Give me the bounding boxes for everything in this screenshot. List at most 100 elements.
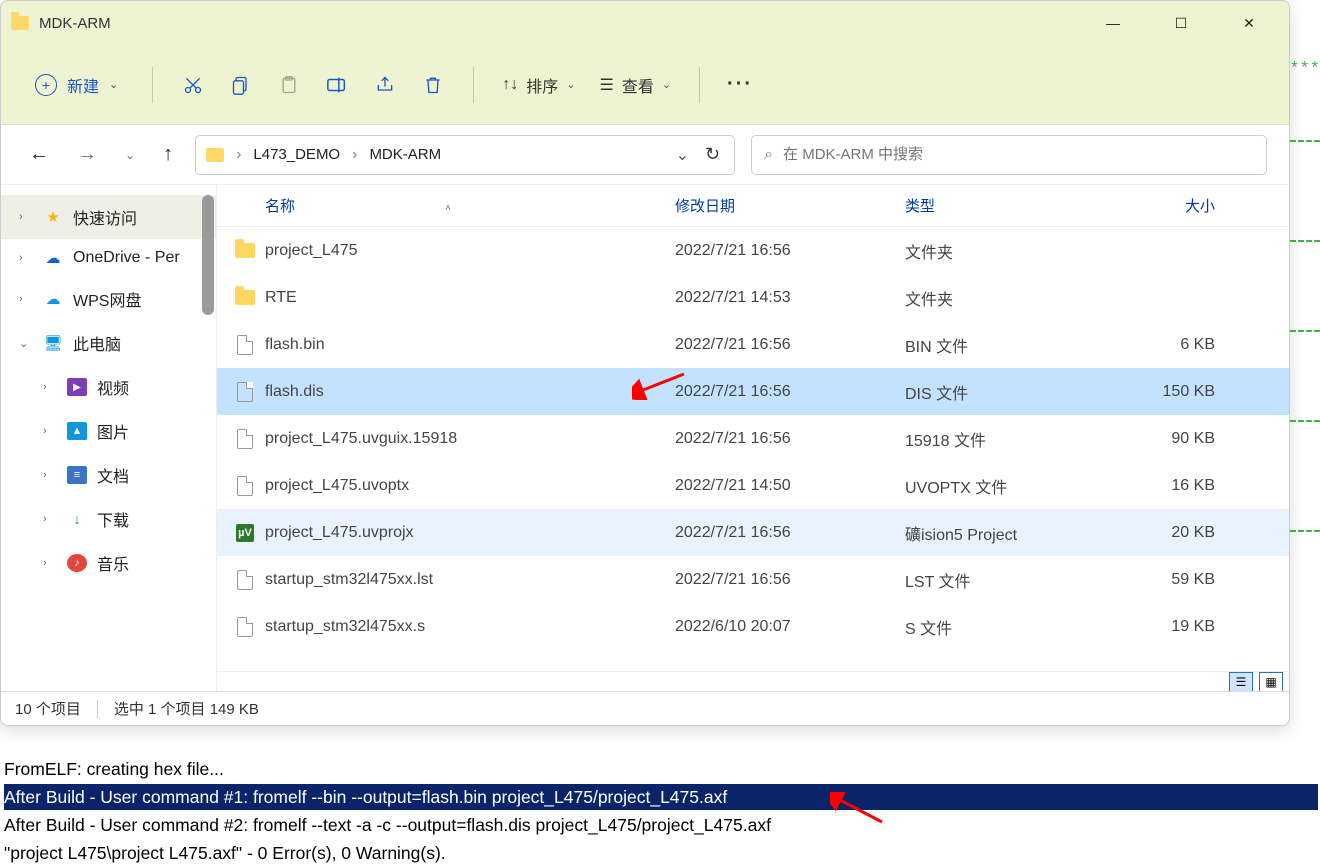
status-count: 10 个项目 bbox=[15, 698, 81, 719]
breadcrumb-seg[interactable]: MDK-ARM bbox=[369, 146, 441, 163]
sidebar-item-documents[interactable]: ›≡文档 bbox=[1, 453, 216, 497]
new-button[interactable]: + 新建 ⌄ bbox=[21, 67, 132, 103]
column-header-type[interactable]: 类型 bbox=[905, 195, 1105, 216]
file-row[interactable]: project_L475.uvoptx2022/7/21 14:50UVOPTX… bbox=[217, 462, 1289, 509]
file-type: S 文件 bbox=[905, 615, 1105, 639]
sidebar-item-label: 此电脑 bbox=[73, 331, 121, 355]
file-name: flash.bin bbox=[265, 336, 325, 354]
console-line: "project L475\project L475.axf" - 0 Erro… bbox=[4, 843, 446, 863]
window-title: MDK-ARM bbox=[39, 15, 111, 32]
chevron-right-icon: › bbox=[43, 425, 57, 437]
sidebar-item-videos[interactable]: ›▶视频 bbox=[1, 365, 216, 409]
titlebar[interactable]: MDK-ARM ― ☐ ✕ bbox=[1, 1, 1289, 45]
search-input[interactable] bbox=[783, 146, 1254, 163]
more-button[interactable]: ··· bbox=[720, 65, 760, 105]
file-row[interactable]: RTE2022/7/21 14:53文件夹 bbox=[217, 274, 1289, 321]
grid-view-button[interactable]: ▦ bbox=[1259, 672, 1283, 692]
file-list: 名称˄ 修改日期 类型 大小 project_L4752022/7/21 16:… bbox=[217, 185, 1289, 691]
up-button[interactable]: ↑ bbox=[157, 139, 179, 170]
view-button[interactable]: ☰ 查看 ⌄ bbox=[591, 73, 679, 97]
music-icon: ♪ bbox=[67, 554, 87, 572]
sidebar-item-pictures[interactable]: ›▲图片 bbox=[1, 409, 216, 453]
file-row[interactable]: project_L475.uvguix.159182022/7/21 16:56… bbox=[217, 415, 1289, 462]
breadcrumb-seg[interactable]: L473_DEMO bbox=[253, 146, 340, 163]
maximize-button[interactable]: ☐ bbox=[1161, 8, 1201, 38]
file-rows: project_L4752022/7/21 16:56文件夹RTE2022/7/… bbox=[217, 227, 1289, 650]
file-icon bbox=[235, 476, 255, 496]
delete-button[interactable] bbox=[413, 65, 453, 105]
sidebar-item-label: 视频 bbox=[97, 375, 129, 399]
folder-icon bbox=[235, 288, 255, 308]
sidebar-item-music[interactable]: ›♪音乐 bbox=[1, 541, 216, 585]
search-icon: ⌕ bbox=[764, 146, 773, 164]
sidebar-item-thispc[interactable]: ⌄🖥此电脑 bbox=[1, 321, 216, 365]
minimize-button[interactable]: ― bbox=[1093, 8, 1133, 38]
file-type: BIN 文件 bbox=[905, 333, 1105, 357]
file-row[interactable]: flash.bin2022/7/21 16:56BIN 文件6 KB bbox=[217, 321, 1289, 368]
file-row[interactable]: flash.dis2022/7/21 16:56DIS 文件150 KB bbox=[217, 368, 1289, 415]
sort-icon: ↑↓ bbox=[502, 76, 518, 94]
search-box[interactable]: ⌕ bbox=[751, 135, 1267, 175]
recent-dropdown[interactable]: ⌄ bbox=[119, 144, 141, 166]
cut-button[interactable] bbox=[173, 65, 213, 105]
explorer-window: MDK-ARM ― ☐ ✕ + 新建 ⌄ ↑↓ 排序 ⌄ ☰ 查看 ⌄ bbox=[0, 0, 1290, 726]
chevron-right-icon: › bbox=[19, 211, 33, 223]
sidebar-item-label: WPS网盘 bbox=[73, 287, 141, 311]
close-button[interactable]: ✕ bbox=[1229, 8, 1269, 38]
back-button[interactable]: ← bbox=[23, 139, 55, 170]
chevron-down-icon: ⌄ bbox=[19, 337, 33, 350]
file-row[interactable]: startup_stm32l475xx.lst2022/7/21 16:56LS… bbox=[217, 556, 1289, 603]
view-icon: ☰ bbox=[599, 75, 613, 95]
file-type: 文件夹 bbox=[905, 286, 1105, 310]
status-selection: 选中 1 个项目 149 KB bbox=[114, 698, 259, 719]
share-button[interactable] bbox=[365, 65, 405, 105]
file-size: 16 KB bbox=[1105, 477, 1225, 495]
sidebar-item-onedrive[interactable]: ›☁OneDrive - Per bbox=[1, 239, 216, 277]
sidebar-item-downloads[interactable]: ›↓下载 bbox=[1, 497, 216, 541]
toolbar: + 新建 ⌄ ↑↓ 排序 ⌄ ☰ 查看 ⌄ ··· bbox=[1, 45, 1289, 125]
chevron-down-icon: ⌄ bbox=[109, 78, 118, 91]
column-header-row: 名称˄ 修改日期 类型 大小 bbox=[217, 185, 1289, 227]
file-date: 2022/7/21 16:56 bbox=[675, 336, 905, 354]
new-label: 新建 bbox=[67, 73, 99, 97]
file-row[interactable]: startup_stm32l475xx.s2022/6/10 20:07S 文件… bbox=[217, 603, 1289, 650]
image-icon: ▲ bbox=[67, 422, 87, 440]
paste-button[interactable] bbox=[269, 65, 309, 105]
sort-button[interactable]: ↑↓ 排序 ⌄ bbox=[494, 73, 583, 97]
body: ›★快速访问 ›☁OneDrive - Per ›☁WPS网盘 ⌄🖥此电脑 ›▶… bbox=[1, 185, 1289, 691]
separator bbox=[473, 67, 474, 103]
sidebar-item-wps[interactable]: ›☁WPS网盘 bbox=[1, 277, 216, 321]
console-line-highlighted: After Build - User command #1: fromelf -… bbox=[4, 784, 1318, 810]
refresh-button[interactable]: ↻ bbox=[701, 144, 724, 165]
file-row[interactable]: µVproject_L475.uvprojx2022/7/21 16:56礦is… bbox=[217, 509, 1289, 556]
chevron-right-icon: › bbox=[43, 469, 57, 481]
column-header-date[interactable]: 修改日期 bbox=[675, 195, 905, 216]
forward-button[interactable]: → bbox=[71, 139, 103, 170]
scrollbar[interactable] bbox=[202, 195, 214, 315]
address-bar[interactable]: › L473_DEMO › MDK-ARM ⌄ ↻ bbox=[195, 135, 735, 175]
chevron-right-icon: › bbox=[19, 293, 33, 305]
file-size: 20 KB bbox=[1105, 524, 1225, 542]
video-icon: ▶ bbox=[67, 378, 87, 396]
copy-button[interactable] bbox=[221, 65, 261, 105]
file-icon bbox=[235, 382, 255, 402]
cloud-icon: ☁ bbox=[43, 249, 63, 267]
file-row[interactable]: project_L4752022/7/21 16:56文件夹 bbox=[217, 227, 1289, 274]
separator bbox=[699, 67, 700, 103]
folder-icon bbox=[206, 148, 224, 162]
column-header-name[interactable]: 名称˄ bbox=[235, 195, 675, 216]
sidebar-item-quickaccess[interactable]: ›★快速访问 bbox=[1, 195, 216, 239]
sidebar: ›★快速访问 ›☁OneDrive - Per ›☁WPS网盘 ⌄🖥此电脑 ›▶… bbox=[1, 185, 217, 691]
file-date: 2022/7/21 16:56 bbox=[675, 571, 905, 589]
file-date: 2022/7/21 14:53 bbox=[675, 289, 905, 307]
details-view-button[interactable]: ☰ bbox=[1229, 672, 1253, 692]
column-header-size[interactable]: 大小 bbox=[1105, 195, 1225, 216]
file-date: 2022/7/21 16:56 bbox=[675, 524, 905, 542]
console-line: FromELF: creating hex file... bbox=[4, 759, 224, 779]
chevron-right-icon: › bbox=[19, 252, 33, 264]
chevron-down-icon[interactable]: ⌄ bbox=[676, 145, 689, 165]
file-date: 2022/7/21 16:56 bbox=[675, 383, 905, 401]
rename-button[interactable] bbox=[317, 65, 357, 105]
file-date: 2022/7/21 16:56 bbox=[675, 242, 905, 260]
file-icon bbox=[235, 335, 255, 355]
